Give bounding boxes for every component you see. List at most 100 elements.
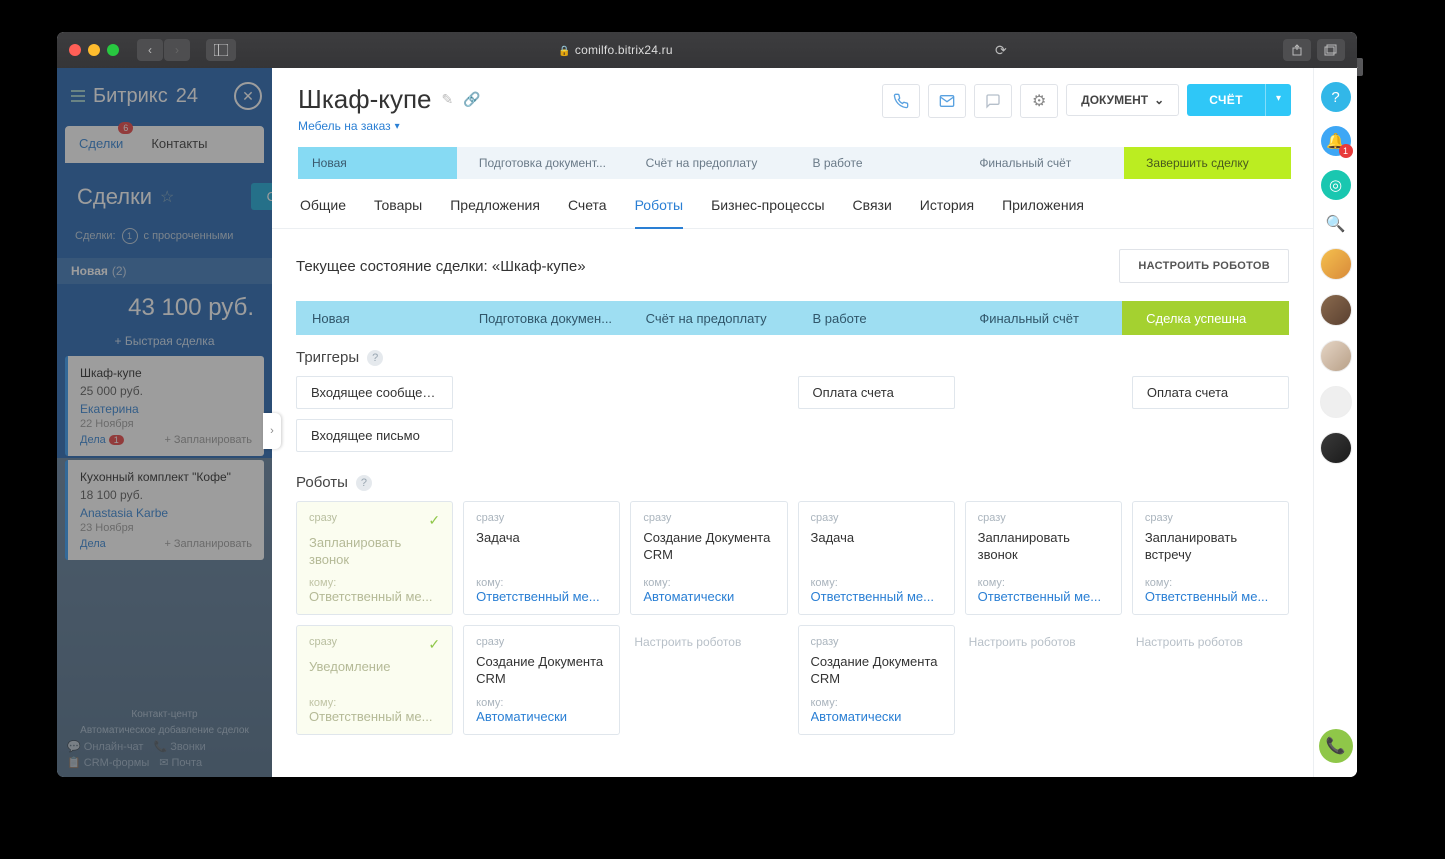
configure-robots-link[interactable]: Настроить роботов [630,625,787,735]
reload-button[interactable]: ⟳ [995,42,1015,59]
robot-card[interactable]: сразуЗадачакому:Ответственный ме... [798,501,955,615]
robots-stage[interactable]: В работе [788,301,955,335]
pipeline-stage[interactable]: Новая [298,147,457,179]
robot-action: Создание Документа CRM [643,530,774,569]
robot-card[interactable]: сразу✓Уведомлениекому:Ответственный ме..… [296,625,453,735]
robot-responsible: Ответственный ме... [978,589,1109,604]
invoice-button[interactable]: СЧЁТ [1187,84,1265,116]
tab-apps[interactable]: Приложения [1002,197,1084,228]
robot-card[interactable]: сразуЗадачакому:Ответственный ме... [463,501,620,615]
search-button[interactable]: С [251,183,272,210]
link-icon[interactable]: 🔗 [463,91,480,108]
robots-pipeline: Новая Подготовка докумен... Счёт на пред… [296,301,1289,335]
tab-relations[interactable]: Связи [853,197,892,228]
minimize-window-icon[interactable] [88,44,100,56]
support-button[interactable]: ◎ [1321,170,1351,200]
tab-products[interactable]: Товары [374,197,422,228]
user-avatar[interactable] [1320,294,1352,326]
deal-detail-panel: Шкаф-купе ✎ 🔗 Мебель на заказ ⚙ ДОКУМЕНТ… [272,68,1313,777]
robot-card[interactable]: сразу✓Запланировать звоноккому:Ответстве… [296,501,453,615]
deal-card[interactable]: Кухонный комплект "Кофе" 18 100 руб. Ana… [65,460,264,560]
tab-robots[interactable]: Роботы [635,197,683,229]
robot-card[interactable]: сразуЗапланировать встречукому:Ответстве… [1132,501,1289,615]
trigger-item[interactable]: Оплата счета [1132,376,1289,409]
page-title: Шкаф-купе ✎ 🔗 [298,84,872,115]
back-button[interactable]: ‹ [137,39,163,61]
pipeline-stage-complete[interactable]: Завершить сделку [1124,147,1291,179]
robot-action: Запланировать встречу [1145,530,1276,569]
configure-robots-link[interactable]: Настроить роботов [965,625,1122,735]
chat-button[interactable] [974,84,1012,118]
user-avatar[interactable] [1320,340,1352,372]
mail-button[interactable] [928,84,966,118]
quick-deal-button[interactable]: + Быстрая сделка [57,326,272,356]
pipeline-stage[interactable]: В работе [790,147,957,179]
user-avatar[interactable] [1320,386,1352,418]
stage-total: 43 100 руб. [57,284,272,326]
help-button[interactable]: ? [1321,82,1351,112]
configure-robots-button[interactable]: НАСТРОИТЬ РОБОТОВ [1119,249,1289,283]
filter-line[interactable]: Сделки:1с просроченными [57,220,272,252]
tab-contacts[interactable]: Контакты [137,126,221,163]
titlebar: ‹ › 🔒comilfo.bitrix24.ru ⟳ [57,32,1357,68]
close-panel-icon[interactable]: ✕ [234,82,262,110]
expand-handle[interactable]: › [263,413,281,449]
help-icon[interactable]: ? [367,350,383,366]
tab-history[interactable]: История [920,197,974,228]
dial-button[interactable]: 📞 [1319,729,1353,763]
tab-invoices[interactable]: Счета [568,197,607,228]
chevron-down-icon: ⌄ [1154,93,1164,107]
robot-card[interactable]: сразуСоздание Документа CRMкому:Автомати… [630,501,787,615]
robot-card[interactable]: сразуСоздание Документа CRMкому:Автомати… [798,625,955,735]
robot-action: Запланировать звонок [978,530,1109,569]
category-link[interactable]: Мебель на заказ [298,119,872,133]
help-icon[interactable]: ? [356,475,372,491]
robot-responsible: Автоматически [476,709,607,724]
pipeline-stage[interactable]: Счёт на предоплату [624,147,791,179]
tab-general[interactable]: Общие [300,197,346,228]
robot-responsible: Ответственный ме... [811,589,942,604]
section-title: Сделки☆С [57,163,272,220]
robots-stage[interactable]: Финальный счёт [955,301,1122,335]
maximize-window-icon[interactable] [107,44,119,56]
user-avatar[interactable] [1320,432,1352,464]
pipeline-stage[interactable]: Подготовка документ... [457,147,624,179]
star-icon[interactable]: ☆ [160,187,174,207]
share-button[interactable] [1283,39,1311,61]
robot-card[interactable]: сразуСоздание Документа CRMкому:Автомати… [463,625,620,735]
notifications-button[interactable]: 🔔1 [1321,126,1351,156]
robots-stage[interactable]: Новая [296,301,455,335]
detail-tabs: Общие Товары Предложения Счета Роботы Би… [272,179,1313,229]
pipeline-stage[interactable]: Финальный счёт [957,147,1124,179]
lock-icon: 🔒 [558,46,571,57]
deal-card[interactable]: Шкаф-купе 25 000 руб. Екатерина 22 Ноябр… [65,356,264,456]
tabs-button[interactable] [1317,39,1345,61]
trigger-item[interactable]: Входящее сообщени... [296,376,453,409]
triggers-heading: Триггеры? [296,349,1289,366]
settings-button[interactable]: ⚙ [1020,84,1058,118]
robot-action: Задача [476,530,607,569]
tab-deals[interactable]: Сделки6 [65,126,137,163]
trigger-item[interactable]: Входящее письмо [296,419,453,452]
tab-bp[interactable]: Бизнес-процессы [711,197,824,228]
invoice-dropdown[interactable]: ▾ [1265,84,1291,116]
robots-stage[interactable]: Счёт на предоплату [622,301,789,335]
close-window-icon[interactable] [69,44,81,56]
user-avatar[interactable] [1320,248,1352,280]
search-icon[interactable]: 🔍 [1326,214,1346,234]
call-button[interactable] [882,84,920,118]
document-button[interactable]: ДОКУМЕНТ ⌄ [1066,84,1179,116]
trigger-item[interactable]: Оплата счета [798,376,955,409]
sidebar-toggle-button[interactable] [206,39,236,61]
tab-quotes[interactable]: Предложения [450,197,540,228]
robot-card[interactable]: сразуЗапланировать звоноккому:Ответствен… [965,501,1122,615]
address-bar[interactable]: 🔒comilfo.bitrix24.ru [244,43,987,57]
robot-action: Создание Документа CRM [476,654,607,689]
menu-icon[interactable] [71,90,85,102]
forward-button[interactable]: › [164,39,190,61]
robots-stage[interactable]: Подготовка докумен... [455,301,622,335]
configure-robots-link[interactable]: Настроить роботов [1132,625,1289,735]
edit-icon[interactable]: ✎ [442,91,454,108]
robots-stage-success[interactable]: Сделка успешна [1122,301,1289,335]
robot-responsible: Ответственный ме... [476,589,607,604]
